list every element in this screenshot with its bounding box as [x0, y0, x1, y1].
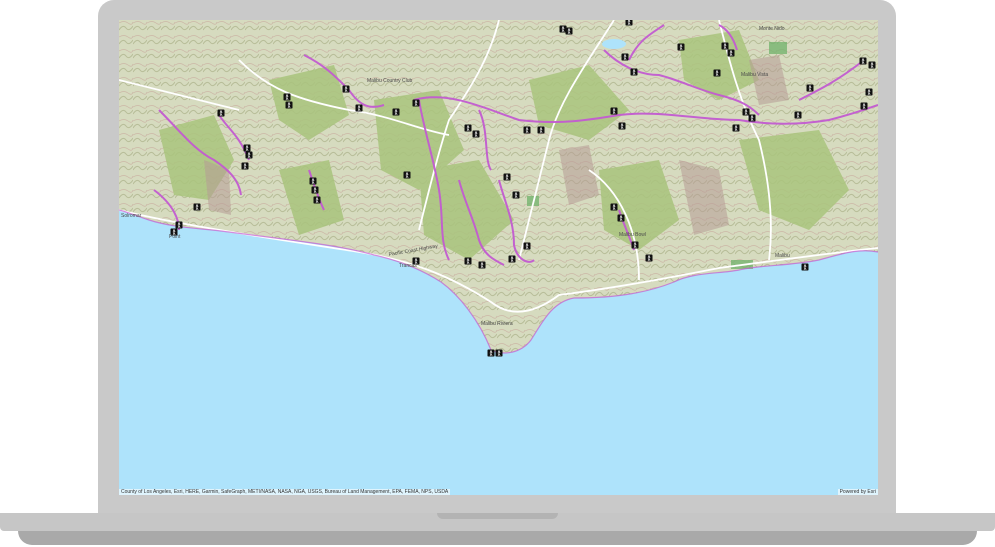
map-view[interactable]: Solromar Point Trancas Malibu Riviera Ma…	[119, 20, 878, 495]
place-label-malibu-vista: Malibu Vista	[741, 72, 768, 78]
place-label-trancas: Trancas	[399, 263, 417, 269]
basemap: Solromar Point Trancas Malibu Riviera Ma…	[119, 20, 878, 357]
place-label-monte-nido: Monte Nido	[759, 26, 785, 32]
map-attribution: County of Los Angeles, Esri, HERE, Garmi…	[119, 489, 451, 495]
place-label-malibu-bowl: Malibu Bowl	[619, 232, 646, 238]
laptop-base-notch	[437, 513, 558, 519]
laptop-base-bottom	[18, 531, 977, 545]
laptop-base	[0, 513, 995, 547]
place-label-point: Point	[169, 234, 181, 240]
place-label-malibu-riviera: Malibu Riviera	[481, 321, 513, 327]
place-label-solromar: Solromar	[121, 213, 142, 219]
place-label-malibu-country-club: Malibu Country Club	[367, 78, 413, 84]
esri-powered-by[interactable]: Powered by Esri	[837, 489, 878, 495]
place-label-malibu: Malibu	[775, 253, 790, 259]
